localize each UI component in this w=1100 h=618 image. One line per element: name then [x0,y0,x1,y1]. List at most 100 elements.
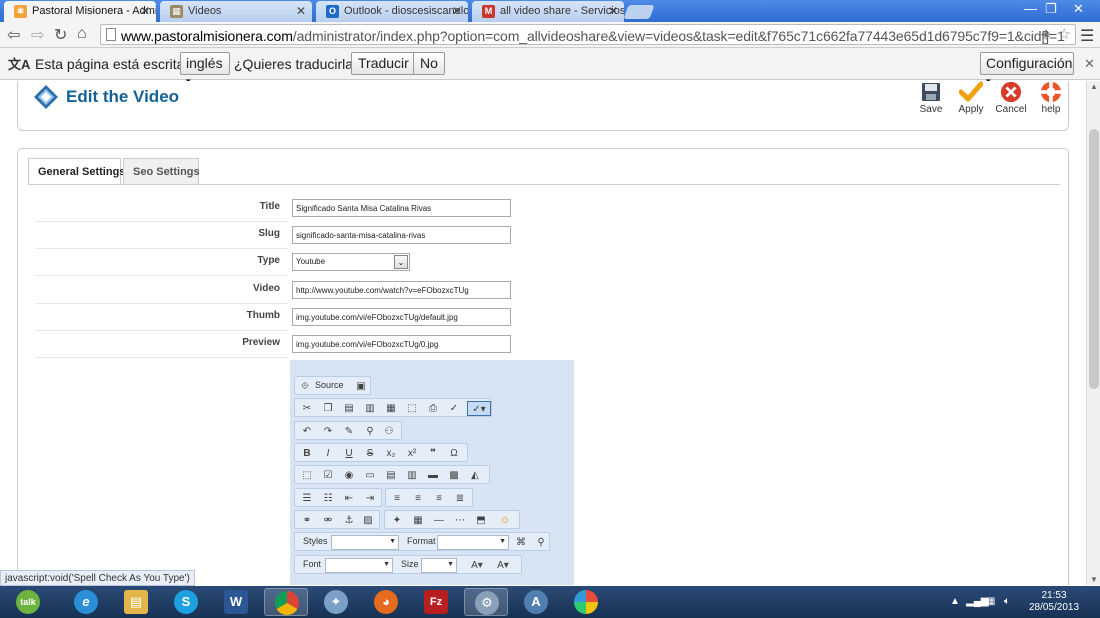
table-icon[interactable]: ▦ [410,513,426,528]
back-icon[interactable]: ⇦ [7,25,20,45]
italic-icon[interactable]: I [320,446,336,461]
new-tab-button[interactable] [623,5,655,19]
taskbar-app-chrome[interactable] [264,588,308,616]
thumb-input[interactable] [292,308,511,326]
spell-check-as-you-type-icon[interactable]: ✓▾ [467,401,491,416]
link-icon[interactable]: ⚭ [299,513,315,528]
unlink-icon[interactable]: ⚮ [320,513,336,528]
subscript-icon[interactable]: x₂ [383,446,399,461]
page-scrollbar[interactable]: ▲ ▼ [1086,81,1100,585]
forward-icon[interactable]: ⇨ [31,25,44,45]
flash-icon[interactable]: ✦ [389,513,405,528]
taskbar-app-a[interactable]: A [514,588,558,616]
iframe-icon[interactable]: ⬒ [473,513,489,528]
video-input[interactable] [292,281,511,299]
numbered-list-icon[interactable]: ☰ [299,491,315,506]
cut-icon[interactable]: ✂ [299,401,315,416]
close-tab-icon[interactable]: ✕ [452,4,462,18]
size-combo[interactable]: ▼ [421,558,457,573]
scroll-up-icon[interactable]: ▲ [1090,82,1098,91]
tab-general-settings[interactable]: General Settings [28,158,125,185]
taskbar-app-picasa[interactable] [564,588,608,616]
textarea-icon[interactable]: ▤ [383,468,399,483]
blockquote-icon[interactable]: ❞ [425,446,441,461]
align-center-icon[interactable]: ≡ [410,491,426,506]
horizontal-rule-icon[interactable]: ― [431,513,447,528]
align-left-icon[interactable]: ≡ [389,491,405,506]
taskbar-app-filezilla[interactable]: Fz [414,588,458,616]
taskbar-app-firefox[interactable]: ◕ [364,588,408,616]
browser-tab-outlook[interactable]: O Outlook - dioscesiscanelo ✕ [316,1,468,22]
checkbox-icon[interactable]: ☑ [320,468,336,483]
close-tab-icon[interactable]: ✕ [608,4,618,18]
scrollbar-thumb[interactable] [1089,129,1099,389]
taskbar-app-skype[interactable]: S [164,588,208,616]
browser-tab-gmail[interactable]: M all video share - Servicios ✕ [472,1,624,22]
eraser-icon[interactable]: ✎ [341,424,357,439]
form-icon[interactable]: ⬚ [299,468,315,483]
styles-combo[interactable]: ▼ [331,535,399,550]
taskbar-app-talk[interactable]: talk [6,588,50,616]
taskbar-app-internet-explorer[interactable]: e [64,588,108,616]
reload-icon[interactable]: ↻ [54,25,67,45]
close-tab-icon[interactable]: ✕ [296,4,306,18]
taskbar-app-generic[interactable]: ✦ [314,588,358,616]
redo-icon[interactable]: ↷ [320,424,336,439]
paste-text-icon[interactable]: ▥ [362,401,378,416]
superscript-icon[interactable]: x² [404,446,420,461]
image-button-icon[interactable]: ▩ [446,468,462,483]
underline-icon[interactable]: U [341,446,357,461]
scroll-down-icon[interactable]: ▼ [1090,575,1098,584]
justify-icon[interactable]: ≣ [452,491,468,506]
close-window-icon[interactable]: ✕ [1073,1,1084,17]
select-all-icon[interactable]: ⬚ [404,401,420,416]
indent-icon[interactable]: ⇥ [362,491,378,506]
spellcheck-icon[interactable]: ✓ [446,401,462,416]
show-blocks-icon[interactable]: ⌘ [513,535,529,550]
text-color-icon[interactable]: A▾ [467,558,487,573]
cancel-button[interactable]: Cancel [991,81,1031,115]
type-select[interactable]: Youtube ⌄ [292,253,410,271]
textfield-icon[interactable]: ▭ [362,468,378,483]
special-char-icon[interactable]: Ω [446,446,462,461]
volume-icon[interactable]: 🔈︎ [1004,596,1010,607]
minimize-icon[interactable]: — [1024,1,1037,16]
bulleted-list-icon[interactable]: ☷ [320,491,336,506]
strike-icon[interactable]: S [362,446,378,461]
language-select[interactable]: inglés ▾ [180,52,230,86]
taskbar-app-word[interactable]: W [214,588,258,616]
undo-icon[interactable]: ↶ [299,424,315,439]
select-field-icon[interactable]: ▥ [404,468,420,483]
close-tab-icon[interactable]: ✕ [140,4,150,18]
translate-button[interactable]: Traducir [351,52,416,75]
outdent-icon[interactable]: ⇤ [341,491,357,506]
help-button[interactable]: help [1031,81,1071,115]
anchor-icon[interactable]: ⚓ [341,513,357,528]
image-icon[interactable]: ▨ [360,513,376,528]
paste-word-icon[interactable]: ▦ [383,401,399,416]
apply-button[interactable]: Apply [951,81,991,115]
system-clock[interactable]: 21:53 28/05/2013 [1027,590,1081,614]
chrome-menu-icon[interactable]: ☰ [1080,26,1094,46]
preview-input[interactable] [292,335,511,353]
extension-icon[interactable]: ◈ [1041,26,1051,42]
paste-icon[interactable]: ▤ [341,401,357,416]
zoom-icon[interactable]: ⚲ [533,535,549,550]
save-button[interactable]: Save [911,81,951,115]
taskbar-app-file-explorer[interactable]: ▤ [114,588,158,616]
font-combo[interactable]: ▼ [325,558,393,573]
align-right-icon[interactable]: ≡ [431,491,447,506]
taskbar-app-gear[interactable]: ⚙ [464,588,508,616]
page-break-icon[interactable]: ⋯ [452,513,468,528]
replace-icon[interactable]: ⚇ [381,424,397,439]
save-doc-icon[interactable]: ▣ [353,379,369,394]
format-combo[interactable]: ▼ [437,535,509,550]
title-input[interactable] [292,199,511,217]
radio-icon[interactable]: ◉ [341,468,357,483]
home-icon[interactable]: ⌂ [77,25,87,43]
browser-tab-videos[interactable]: ▦ Videos ✕ [160,1,312,22]
show-hidden-icons-icon[interactable]: ▲ [950,596,960,607]
hidden-field-icon[interactable]: ◭ [467,468,483,483]
button-field-icon[interactable]: ▬ [425,468,441,483]
source-button[interactable]: Source [315,380,344,390]
